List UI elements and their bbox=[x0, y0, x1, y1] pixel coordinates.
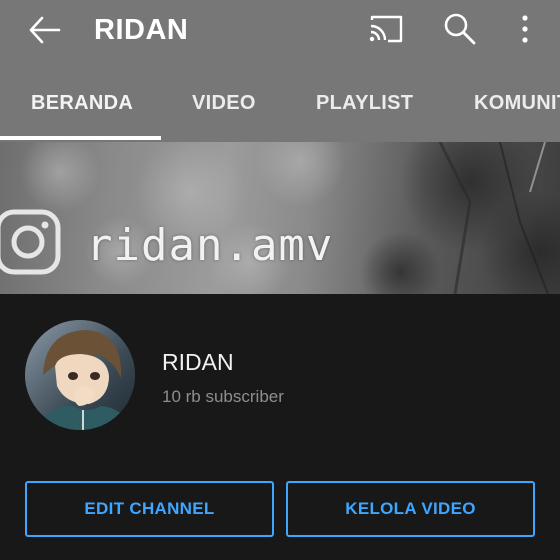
cast-icon[interactable] bbox=[366, 12, 406, 46]
banner-handle-text: ridan.amv bbox=[86, 220, 334, 271]
tab-komunitas[interactable]: KOMUNITAS bbox=[474, 92, 560, 115]
manage-videos-button[interactable]: KELOLA VIDEO bbox=[286, 481, 535, 537]
search-icon[interactable] bbox=[441, 10, 479, 48]
tab-video[interactable]: VIDEO bbox=[192, 92, 256, 115]
avatar[interactable] bbox=[25, 320, 135, 430]
app-bar: RIDAN bbox=[0, 0, 560, 62]
subscriber-count: 10 rb subscriber bbox=[162, 387, 284, 406]
tab-bar: BERANDA VIDEO PLAYLIST KOMUNITAS bbox=[0, 62, 560, 142]
tab-beranda[interactable]: BERANDA bbox=[31, 92, 133, 115]
back-arrow-icon[interactable] bbox=[25, 12, 65, 48]
active-tab-indicator bbox=[0, 136, 161, 140]
avatar-image bbox=[25, 320, 135, 430]
channel-banner: ridan.amv bbox=[0, 142, 560, 294]
instagram-icon bbox=[0, 209, 61, 275]
tab-playlist[interactable]: PLAYLIST bbox=[316, 92, 413, 115]
more-vert-icon[interactable] bbox=[512, 10, 538, 48]
banner-texture bbox=[20, 142, 560, 294]
channel-screen: RIDAN BERANDA VIDEO PLAYLIST KOMUNITAS bbox=[0, 0, 560, 560]
page-title: RIDAN bbox=[94, 14, 189, 46]
edit-channel-button[interactable]: EDIT CHANNEL bbox=[25, 481, 274, 537]
channel-name: RIDAN bbox=[162, 349, 234, 375]
